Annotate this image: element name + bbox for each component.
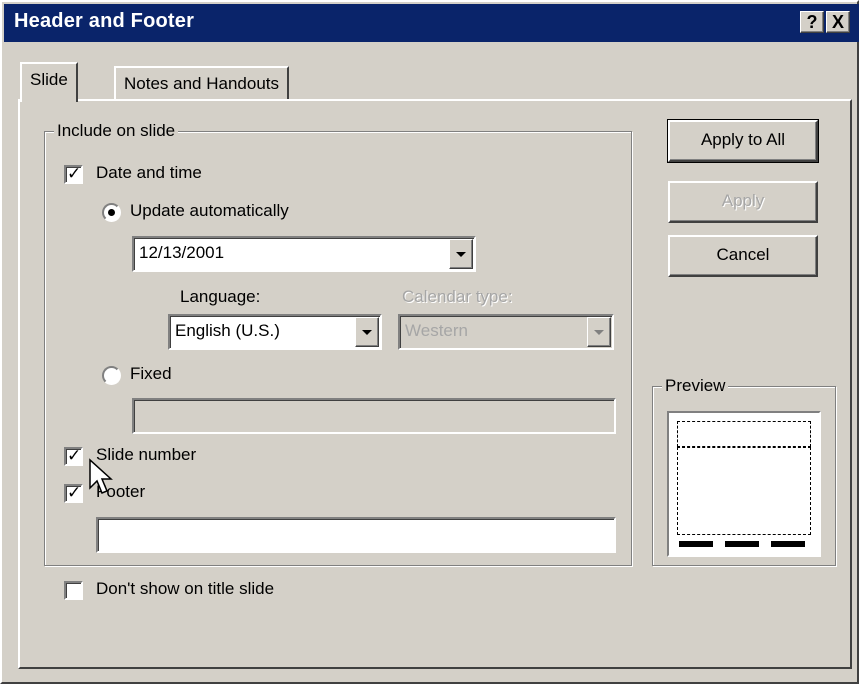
language-label: Language: [180,287,261,306]
title-placeholder [677,421,811,447]
date-time-checkbox[interactable]: ✓ [64,164,83,184]
cancel-button[interactable]: Cancel [668,235,818,277]
fixed-radio[interactable] [102,366,121,385]
include-on-slide-legend: Include on slide [54,121,179,141]
check-icon: ✓ [67,446,82,465]
date-placeholder [679,541,713,547]
date-format-dropdown-button[interactable] [449,239,473,269]
update-automatically-label: Update automatically [130,201,289,220]
dialog-title: Header and Footer [14,10,195,32]
footer-placeholder [725,541,759,547]
language-select[interactable]: English (U.S.) [168,314,382,350]
language-dropdown-button[interactable] [355,317,379,347]
date-format-value: 12/13/2001 [139,243,225,262]
tab-notes-handouts[interactable]: Notes and Handouts [114,66,289,99]
apply-to-all-button[interactable]: Apply to All [667,119,819,163]
tab-notes-handouts-label: Notes and Handouts [124,74,279,93]
help-button[interactable]: ? [800,11,824,33]
tab-slide-label: Slide [30,70,68,89]
mouse-pointer-icon [89,458,113,494]
slide-number-checkbox[interactable]: ✓ [64,446,83,466]
dont-show-title-checkbox[interactable] [64,581,83,600]
calendar-type-select[interactable]: Western [398,314,614,350]
header-footer-dialog: Header and Footer ? X Slide Notes and Ha… [0,0,859,684]
date-format-select[interactable]: 12/13/2001 [132,236,476,272]
date-time-label: Date and time [96,163,202,182]
language-value: English (U.S.) [175,321,280,340]
tab-slide[interactable]: Slide [20,62,78,102]
chevron-down-icon [362,330,372,335]
slide-number-placeholder [771,541,805,547]
preview-legend: Preview [662,376,729,396]
chevron-down-icon [594,330,604,335]
fixed-date-field[interactable] [132,398,616,434]
check-icon: ✓ [67,164,82,183]
dont-show-title-label: Don't show on title slide [96,579,275,598]
chevron-down-icon [456,252,466,257]
footer-checkbox[interactable]: ✓ [64,483,83,503]
check-icon: ✓ [67,483,82,502]
slide-preview [667,411,821,557]
apply-button[interactable]: Apply [668,181,818,223]
calendar-type-label: Calendar type: [402,287,513,306]
radio-selected-dot [108,209,115,216]
title-bar[interactable]: Header and Footer ? X [4,4,859,42]
calendar-type-dropdown-button[interactable] [587,317,611,347]
calendar-type-value: Western [405,321,468,340]
footer-text-field[interactable] [96,517,616,553]
close-button[interactable]: X [826,11,850,33]
body-placeholder [677,447,811,535]
update-automatically-radio[interactable] [102,203,121,222]
fixed-label: Fixed [130,364,172,383]
